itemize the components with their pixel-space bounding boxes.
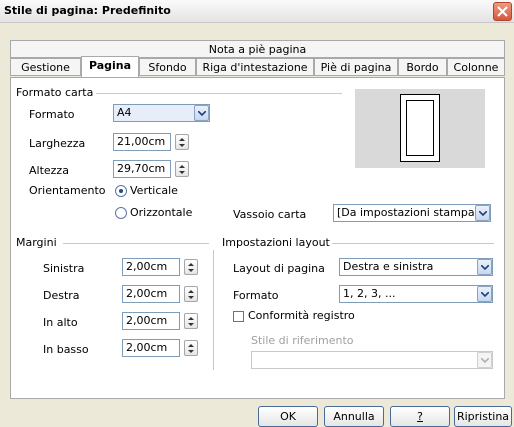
page-preview bbox=[355, 89, 485, 168]
group-title-margini: Margini bbox=[16, 236, 60, 249]
spin-arrows-icon bbox=[179, 165, 185, 174]
orizzontale-radio[interactable] bbox=[115, 207, 127, 219]
altezza-field[interactable]: 29,70cm bbox=[113, 160, 171, 178]
formato-label: Formato bbox=[29, 108, 75, 121]
spin-arrows-icon bbox=[179, 138, 185, 147]
tab-sfondo[interactable]: Sfondo bbox=[139, 58, 196, 76]
layout-pagina-select[interactable]: Destra e sinistra bbox=[339, 258, 493, 276]
altezza-spinner[interactable] bbox=[175, 161, 189, 177]
formato-numerazione-dropdown-button[interactable] bbox=[477, 286, 492, 302]
group-divider bbox=[63, 243, 209, 244]
verticale-radio[interactable] bbox=[115, 185, 127, 197]
verticale-label[interactable]: Verticale bbox=[130, 184, 178, 197]
chevron-down-icon bbox=[479, 211, 487, 216]
ok-button[interactable]: OK bbox=[258, 406, 318, 427]
larghezza-spinner[interactable] bbox=[175, 134, 189, 150]
preview-page bbox=[400, 94, 440, 162]
tab-colonne[interactable]: Colonne bbox=[447, 58, 505, 76]
chevron-down-icon bbox=[198, 111, 206, 116]
annulla-button[interactable]: Annulla bbox=[324, 406, 384, 427]
conformita-registro-checkbox[interactable] bbox=[233, 311, 244, 322]
formato-select[interactable]: A4 bbox=[113, 104, 210, 122]
close-icon bbox=[497, 6, 508, 17]
tab-strip: Nota a piè pagina Gestione Pagina Sfondo… bbox=[10, 40, 506, 78]
sinistra-label: Sinistra bbox=[43, 262, 85, 275]
spin-arrows-icon bbox=[188, 290, 194, 299]
larghezza-field[interactable]: 21,00cm bbox=[113, 133, 171, 151]
formato-numerazione-select[interactable]: 1, 2, 3, ... bbox=[339, 285, 493, 303]
basso-spinner[interactable] bbox=[184, 340, 198, 356]
chevron-down-icon bbox=[481, 292, 489, 297]
radio-selected-dot bbox=[119, 189, 123, 193]
layout-pagina-label: Layout di pagina bbox=[233, 262, 325, 275]
layout-pagina-dropdown-button[interactable] bbox=[477, 259, 492, 275]
spin-arrows-icon bbox=[188, 344, 194, 353]
group-title-formato-carta: Formato carta bbox=[16, 86, 97, 99]
alto-field[interactable]: 2,00cm bbox=[122, 312, 180, 330]
formato-dropdown-button[interactable] bbox=[194, 105, 209, 121]
destra-label: Destra bbox=[43, 289, 80, 302]
conformita-registro-label[interactable]: Conformità registro bbox=[248, 309, 355, 322]
destra-field[interactable]: 2,00cm bbox=[122, 285, 180, 303]
group-divider bbox=[92, 93, 342, 94]
preview-margins bbox=[406, 100, 434, 156]
group-title-impostazioni-layout: Impostazioni layout bbox=[222, 236, 333, 249]
larghezza-label: Larghezza bbox=[29, 137, 86, 150]
group-divider bbox=[332, 243, 494, 244]
tab-pagina[interactable]: Pagina bbox=[81, 56, 139, 77]
tab-riga-intestazione[interactable]: Riga d'intestazione bbox=[196, 58, 314, 76]
ripristina-button[interactable]: Ripristina bbox=[454, 406, 512, 427]
tab-gestione[interactable]: Gestione bbox=[10, 58, 81, 76]
sinistra-field[interactable]: 2,00cm bbox=[122, 258, 180, 276]
stile-riferimento-dropdown-button bbox=[477, 352, 492, 368]
chevron-down-icon bbox=[481, 265, 489, 270]
altezza-label: Altezza bbox=[29, 164, 69, 177]
orizzontale-label[interactable]: Orizzontale bbox=[130, 206, 192, 219]
basso-field[interactable]: 2,00cm bbox=[122, 339, 180, 357]
destra-spinner[interactable] bbox=[184, 286, 198, 302]
close-button[interactable] bbox=[493, 2, 512, 21]
formato-numerazione-label: Formato bbox=[233, 289, 279, 302]
help-button[interactable]: ? bbox=[390, 406, 450, 427]
section-divider bbox=[213, 250, 214, 370]
tab-bordo[interactable]: Bordo bbox=[398, 58, 447, 76]
alto-spinner[interactable] bbox=[184, 313, 198, 329]
vassoio-label: Vassoio carta bbox=[233, 208, 307, 221]
stile-riferimento-label: Stile di riferimento bbox=[251, 334, 354, 347]
window-title: Stile di pagina: Predefinito bbox=[4, 4, 171, 17]
sinistra-spinner[interactable] bbox=[184, 259, 198, 275]
stile-riferimento-select bbox=[251, 351, 493, 369]
orientamento-label: Orientamento bbox=[29, 184, 106, 197]
basso-label: In basso bbox=[43, 343, 89, 356]
vassoio-dropdown-button[interactable] bbox=[475, 205, 490, 221]
chevron-down-icon bbox=[481, 358, 489, 363]
vassoio-select[interactable]: [Da impostazioni stampante] bbox=[333, 204, 491, 222]
tab-pie-di-pagina[interactable]: Piè di pagina bbox=[314, 58, 398, 76]
spin-arrows-icon bbox=[188, 317, 194, 326]
spin-arrows-icon bbox=[188, 263, 194, 272]
title-bar: Stile di pagina: Predefinito bbox=[0, 0, 514, 23]
alto-label: In alto bbox=[43, 316, 78, 329]
